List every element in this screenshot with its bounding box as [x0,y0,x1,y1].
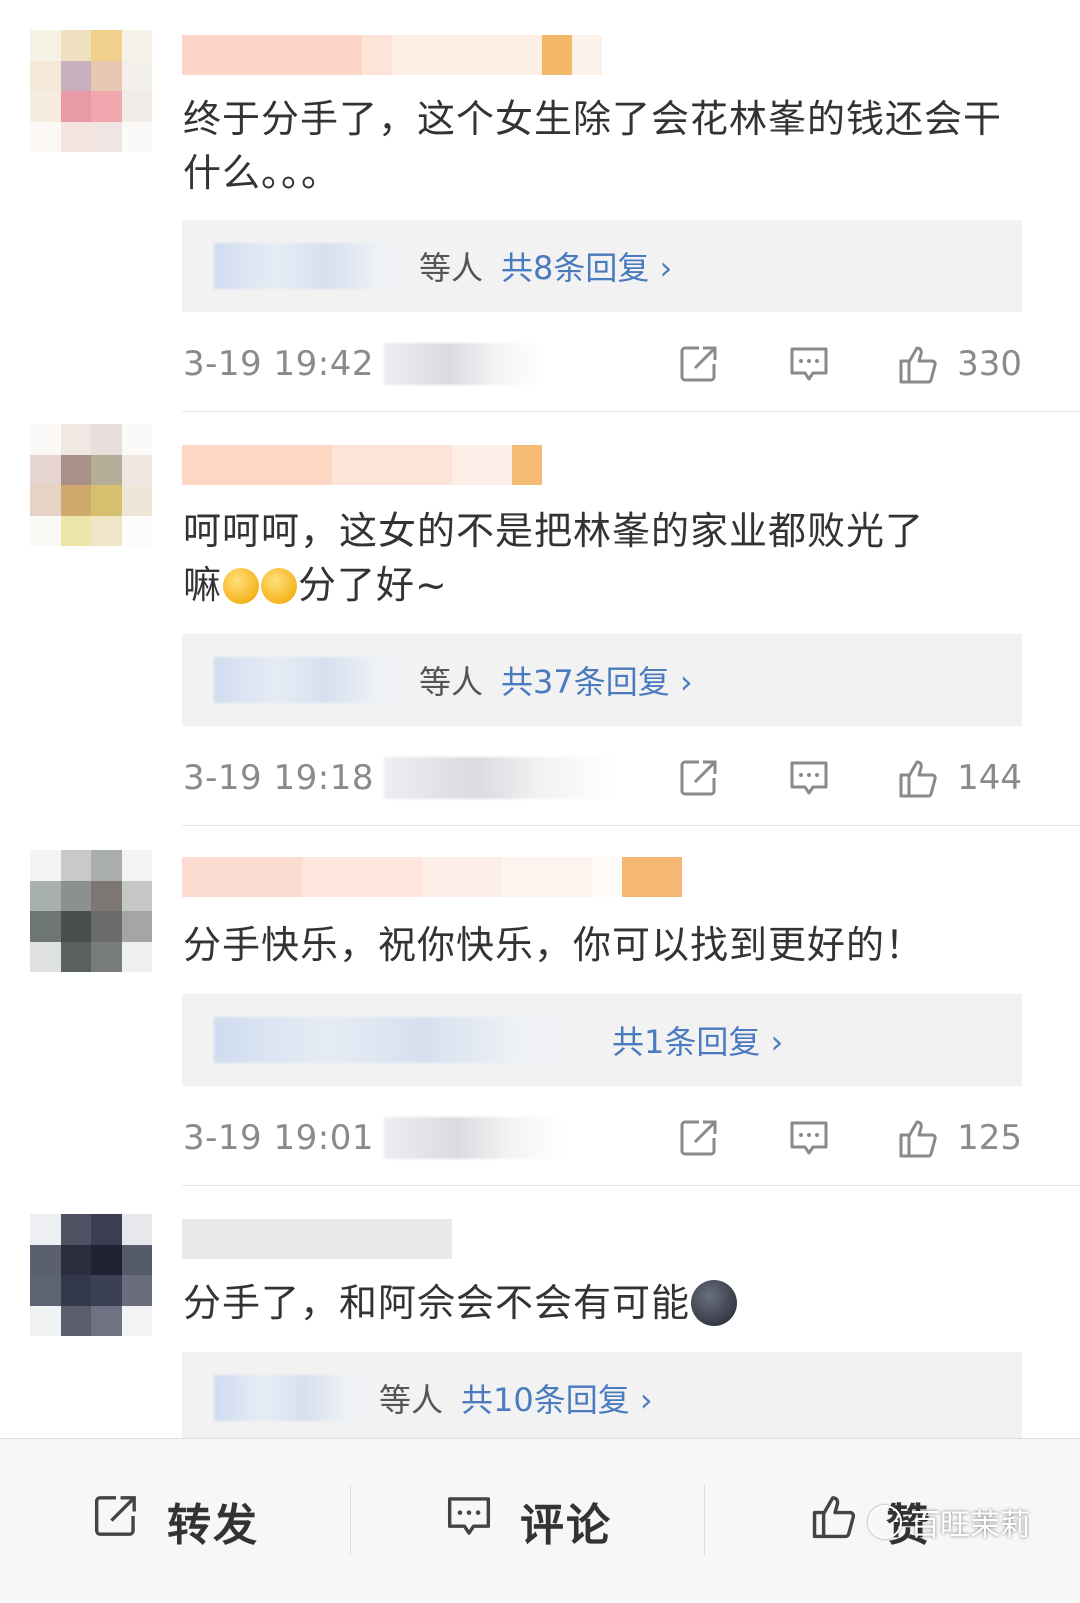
separator [350,1485,351,1555]
thumbs-up-icon [897,756,941,800]
reply-etc-label: 等人 [419,249,484,287]
username-blurred[interactable] [182,440,542,490]
reply-users-blurred [214,243,419,289]
comment-text-line: 呵呵呵，这女的不是把林峯的家业都败光了 [183,509,925,553]
like-button[interactable]: 125 [897,1116,1022,1160]
share-icon [91,1491,141,1552]
watermark: 百旺茉莉 [868,1500,1030,1544]
reply-users-blurred [214,1017,594,1063]
username-blurred[interactable] [182,30,602,80]
thumbs-up-icon [810,1491,860,1552]
comment-text: 分手了，和阿佘会不会有可能 [183,1276,1033,1330]
watermark-text: 百旺茉莉 [910,1508,1030,1543]
share-icon[interactable] [677,342,721,386]
comment-text-fragment: 嘛 [183,563,223,607]
source-blurred [383,757,614,799]
wechat-icon [868,1505,902,1539]
comment-text-line: 嘛 分了好~ [183,558,1033,612]
share-icon[interactable] [677,1116,721,1160]
avatar[interactable] [30,424,152,546]
new-moon-face-emoji-icon [691,1280,738,1326]
reply-users-blurred [214,657,419,703]
comment-text-fragment: 分手了，和阿佘会不会有可能 [183,1281,691,1325]
comment-icon[interactable] [787,1116,831,1160]
username-blurred[interactable] [182,852,682,902]
thumbs-up-icon [897,1116,941,1160]
like-count: 330 [957,344,1022,384]
divider [182,825,1080,826]
reply-preview[interactable]: 等人 共8条回复 › [182,220,1022,312]
comment-meta: 3-19 19:42 330 [183,334,1022,394]
username-blurred[interactable] [182,1214,452,1264]
repost-button[interactable]: 转发 [0,1439,350,1603]
comment-icon[interactable] [787,342,831,386]
reply-etc-label: 等人 [379,1381,444,1419]
shushing-face-emoji-icon [261,568,298,604]
comment-icon[interactable] [787,756,831,800]
reply-preview[interactable]: 共1条回复 › [182,994,1022,1086]
like-count: 144 [957,758,1022,798]
comment-meta: 3-19 19:18 144 [183,748,1022,808]
shushing-face-emoji-icon [223,568,260,604]
avatar[interactable] [30,30,152,152]
divider [182,1185,1080,1186]
comment-text-fragment: 分了好~ [298,563,448,607]
comment-text: 呵呵呵，这女的不是把林峯的家业都败光了 嘛 分了好~ [183,504,1033,612]
reply-count-link[interactable]: 共1条回复 › [612,1017,783,1063]
reply-preview[interactable]: 等人 共37条回复 › [182,634,1022,726]
comment-icon [444,1491,494,1552]
comment-text: 终于分手了，这个女生除了会花林峯的钱还会干什么。。。 [183,97,1003,195]
reply-users-blurred [214,1375,379,1421]
reply-count-link[interactable]: 共37条回复 › [501,657,693,703]
reply-preview[interactable]: 等人 共10条回复 › [182,1352,1022,1444]
comment-text: 分手快乐，祝你快乐，你可以找到更好的！ [183,923,925,967]
reply-etc-label: 等人 [419,663,484,701]
source-blurred [383,1117,564,1159]
thumbs-up-icon [897,342,941,386]
source-blurred [383,343,544,385]
comment-time: 3-19 19:01 [183,1118,374,1158]
like-count: 125 [957,1118,1022,1158]
share-icon[interactable] [677,756,721,800]
comment-meta: 3-19 19:01 125 [183,1108,1022,1168]
comment-label: 评论 [520,1500,612,1551]
like-button[interactable]: 330 [897,342,1022,386]
repost-label: 转发 [167,1500,259,1551]
avatar[interactable] [30,1214,152,1336]
separator [704,1485,705,1555]
reply-count-link[interactable]: 共10条回复 › [461,1375,653,1421]
divider [182,411,1080,412]
reply-count-link[interactable]: 共8条回复 › [501,243,672,289]
like-button[interactable]: 144 [897,756,1022,800]
comment-time: 3-19 19:42 [183,344,374,384]
comment-button[interactable]: 评论 [352,1439,704,1603]
comment-time: 3-19 19:18 [183,758,374,798]
avatar[interactable] [30,850,152,972]
